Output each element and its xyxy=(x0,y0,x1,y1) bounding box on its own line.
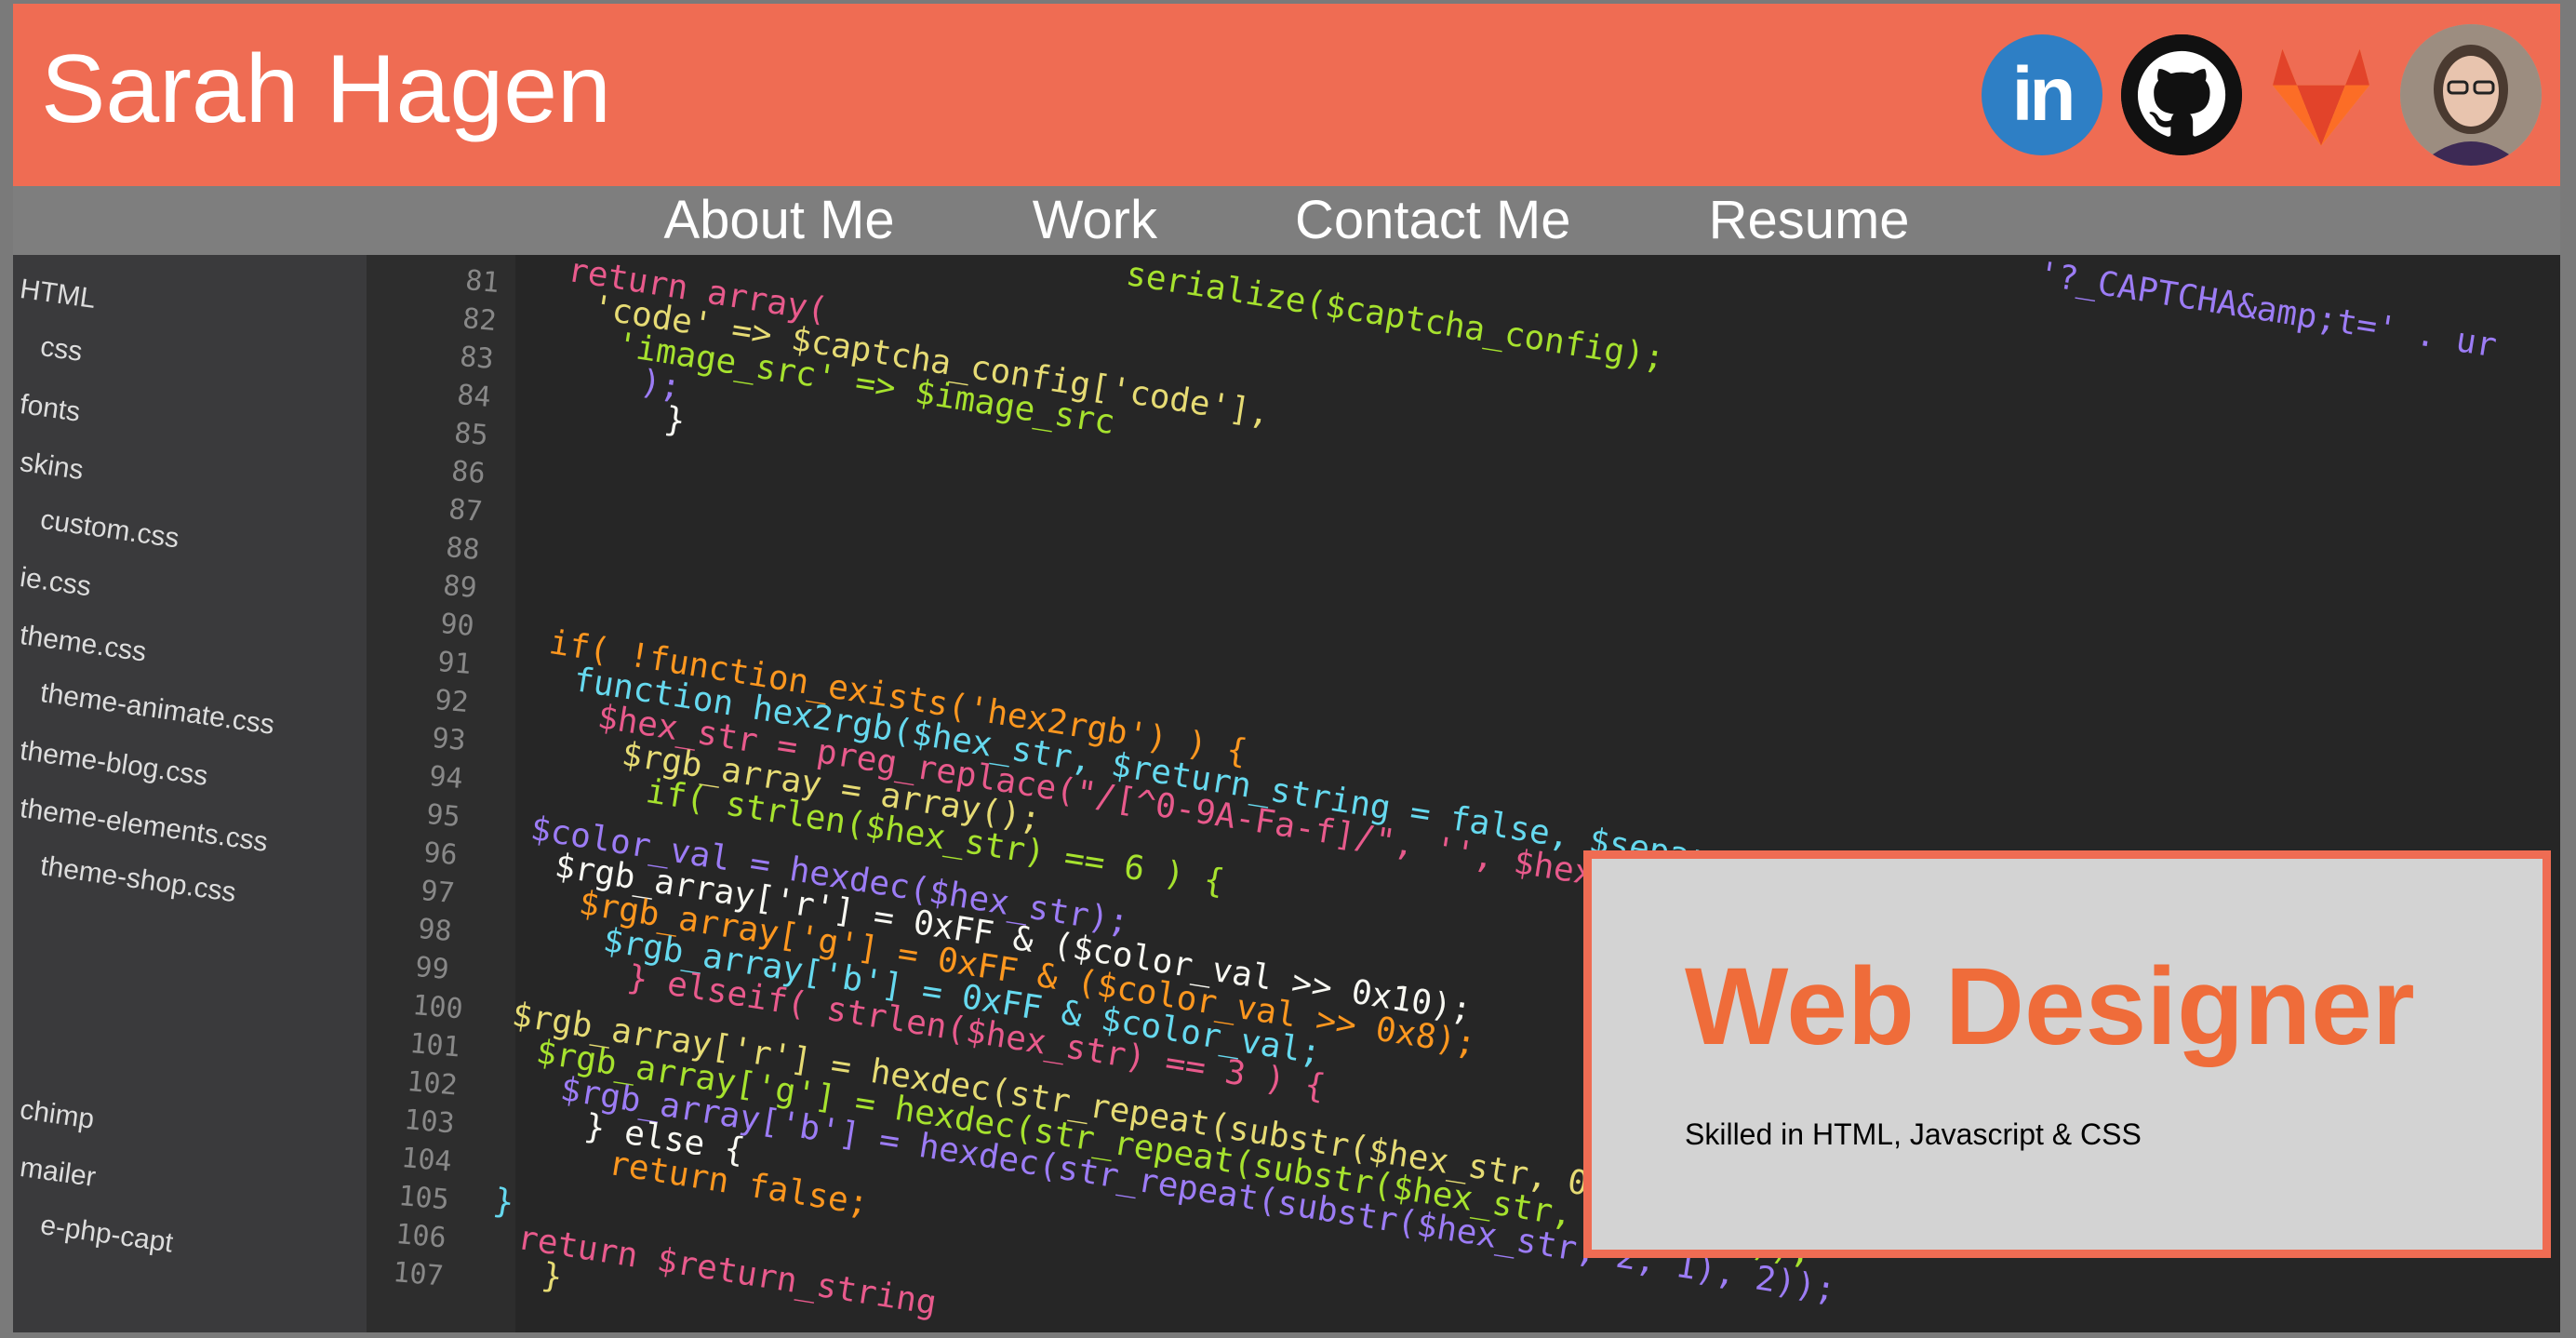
nav-resume[interactable]: Resume xyxy=(1709,194,1910,248)
code-line: } xyxy=(661,400,688,441)
social-links: in xyxy=(1982,24,2542,166)
code-line: } xyxy=(490,1182,517,1223)
gitlab-icon[interactable] xyxy=(2261,34,2382,155)
site-header: Sarah Hagen in xyxy=(13,4,2560,186)
code-line: serialize($captcha_config); xyxy=(1123,255,1667,379)
site-title[interactable]: Sarah Hagen xyxy=(41,41,611,138)
hero-card: Web Designer Skilled in HTML, Javascript… xyxy=(1583,850,2551,1258)
nav-work[interactable]: Work xyxy=(1033,194,1157,248)
github-icon[interactable] xyxy=(2121,34,2242,155)
linkedin-icon[interactable]: in xyxy=(1982,34,2102,155)
code-background-image: HTML css fonts skins custom.css ie.css theme.c… xyxy=(13,255,2560,1332)
hero-title: Web Designer xyxy=(1685,945,2415,1068)
hero-subtitle: Skilled in HTML, Javascript & CSS xyxy=(1685,1117,2142,1151)
code-line: } xyxy=(539,1256,566,1297)
nav-about-me[interactable]: About Me xyxy=(663,194,894,248)
code-line: return $return_string xyxy=(514,1219,940,1323)
page: Sarah Hagen in About Me Work Contact Me … xyxy=(13,4,2560,1332)
code-line: ); xyxy=(637,363,684,408)
nav-contact-me[interactable]: Contact Me xyxy=(1295,194,1571,248)
main-nav: About Me Work Contact Me Resume xyxy=(13,186,2560,255)
code-line: '?_CAPTCHA&amp;t=' . ur xyxy=(2035,255,2500,366)
profile-avatar[interactable] xyxy=(2400,24,2542,166)
